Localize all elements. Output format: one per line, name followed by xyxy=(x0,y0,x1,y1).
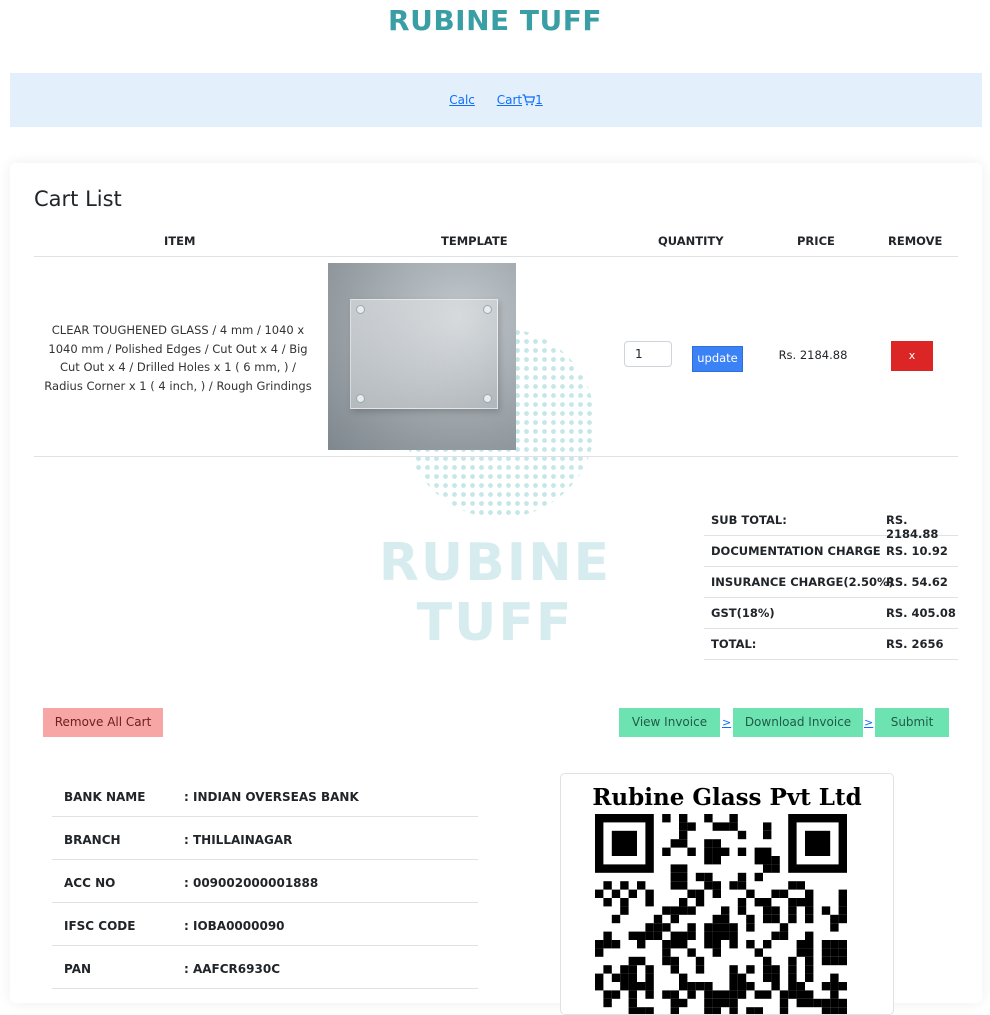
cart-title: Cart List xyxy=(34,187,122,211)
download-invoice-button[interactable]: Download Invoice xyxy=(733,708,863,737)
summary-value: RS. 54.62 xyxy=(886,575,948,589)
glass-plate xyxy=(350,299,498,409)
remove-item-button[interactable]: x xyxy=(891,341,933,371)
col-header-item: ITEM xyxy=(164,234,196,248)
summary-label: INSURANCE CHARGE(2.50%) xyxy=(711,575,894,589)
bank-value: : INDIAN OVERSEAS BANK xyxy=(184,790,359,804)
table-header-divider xyxy=(34,256,958,257)
col-header-quantity: QUANTITY xyxy=(658,234,724,248)
bank-row-name: BANK NAME : INDIAN OVERSEAS BANK xyxy=(52,774,478,817)
remove-all-cart-button[interactable]: Remove All Cart xyxy=(43,708,163,737)
summary-value: RS. 10.92 xyxy=(886,544,948,558)
summary-row-gst: GST(18%) RS. 405.08 xyxy=(704,597,958,629)
qr-card: Rubine Glass Pvt Ltd xyxy=(560,773,894,1015)
bank-key: PAN xyxy=(64,962,92,976)
quantity-input[interactable]: 1 xyxy=(624,341,672,367)
cart-item-description: CLEAR TOUGHENED GLASS / 4 mm / 1040 x 10… xyxy=(44,323,312,393)
qr-title: Rubine Glass Pvt Ltd xyxy=(592,784,862,811)
summary-row-documentation: DOCUMENTATION CHARGE RS. 10.92 xyxy=(704,535,958,567)
nav-cart-label: Cart xyxy=(496,93,523,107)
bank-key: IFSC CODE xyxy=(64,919,136,933)
view-invoice-button[interactable]: View Invoice xyxy=(619,708,720,737)
col-header-template: TEMPLATE xyxy=(441,234,508,248)
summary-label: DOCUMENTATION CHARGE xyxy=(711,544,881,558)
navbar: Calc Cart 1 xyxy=(10,73,982,127)
bank-row-branch: BRANCH : THILLAINAGAR xyxy=(52,817,478,860)
separator-link[interactable]: > xyxy=(864,716,873,729)
qr-code-image xyxy=(595,814,847,1014)
bank-value: : AAFCR6930C xyxy=(184,962,280,976)
summary-label: SUB TOTAL: xyxy=(711,513,787,527)
update-button[interactable]: update xyxy=(692,346,743,372)
bolt-icon xyxy=(356,305,365,314)
table-row-divider xyxy=(34,456,958,457)
template-image xyxy=(328,263,516,450)
brand-title: RUBINE TUFF xyxy=(388,4,602,37)
submit-button[interactable]: Submit xyxy=(875,708,949,737)
bank-key: BRANCH xyxy=(64,833,121,847)
summary-value: RS. 405.08 xyxy=(886,606,956,620)
summary-row-insurance: INSURANCE CHARGE(2.50%) RS. 54.62 xyxy=(704,566,958,598)
watermark-text: RUBINE TUFF xyxy=(378,533,612,653)
summary-label: TOTAL: xyxy=(711,637,757,651)
bank-key: ACC NO xyxy=(64,876,116,890)
bolt-icon xyxy=(356,394,365,403)
bolt-icon xyxy=(483,394,492,403)
separator-link[interactable]: > xyxy=(722,716,731,729)
bank-row-pan: PAN : AAFCR6930C xyxy=(52,946,478,989)
bolt-icon xyxy=(483,305,492,314)
summary-value: RS. 2656 xyxy=(886,637,944,651)
summary-row-subtotal: SUB TOTAL: RS. 2184.88 xyxy=(704,504,958,541)
col-header-price: PRICE xyxy=(797,234,835,248)
summary-label: GST(18%) xyxy=(711,606,775,620)
summary-row-total: TOTAL: RS. 2656 xyxy=(704,628,958,660)
bank-value: : THILLAINAGAR xyxy=(184,833,293,847)
bank-row-ifsc: IFSC CODE : IOBA0000090 xyxy=(52,903,478,946)
cart-icon xyxy=(522,94,536,109)
bank-key: BANK NAME xyxy=(64,790,146,804)
item-price: Rs. 2184.88 xyxy=(778,348,848,362)
col-header-remove: REMOVE xyxy=(888,234,943,248)
bank-value: : 009002000001888 xyxy=(184,876,319,890)
cart-card: Cart List ITEM TEMPLATE QUANTITY PRICE R… xyxy=(10,163,982,1015)
nav-link-calc[interactable]: Calc xyxy=(449,93,475,107)
nav-links: Calc Cart 1 xyxy=(10,93,982,109)
bank-row-acc-no: ACC NO : 009002000001888 xyxy=(52,860,478,903)
cart-count: 1 xyxy=(535,93,543,107)
bank-value: : IOBA0000090 xyxy=(184,919,285,933)
nav-link-cart[interactable]: Cart 1 xyxy=(497,93,543,107)
